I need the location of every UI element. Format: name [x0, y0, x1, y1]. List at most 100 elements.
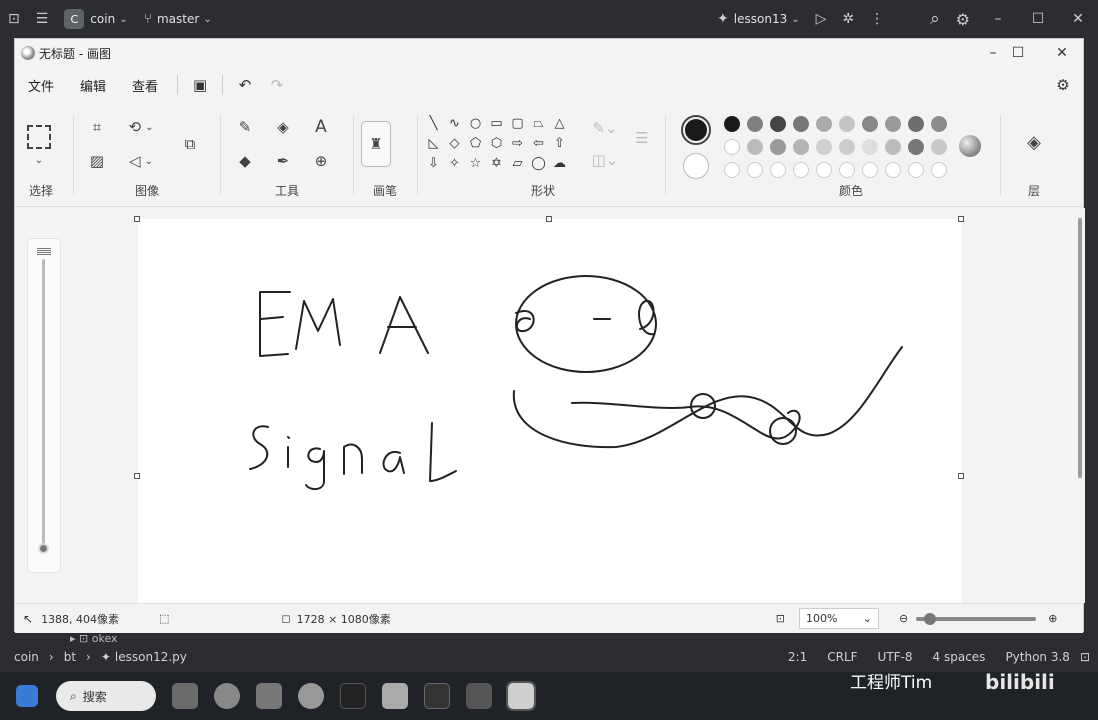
photos-icon[interactable]: [382, 683, 408, 709]
project-badge: C: [64, 9, 85, 29]
pycharm-icon[interactable]: [424, 683, 450, 709]
menu-edit[interactable]: 编辑: [67, 67, 119, 103]
taskbar-app-icon[interactable]: [172, 683, 198, 709]
indent-setting[interactable]: 4 spaces: [933, 650, 986, 664]
project-name: coin: [90, 12, 116, 26]
canvas-size-icon: ◻: [281, 612, 291, 625]
flip-icon[interactable]: ◁ ⌄: [121, 149, 161, 173]
zoom-in-icon[interactable]: ⊕: [1048, 612, 1057, 625]
brush-icon[interactable]: ♜: [361, 121, 391, 167]
windows-icon[interactable]: ⊡: [0, 0, 28, 38]
resize-handle[interactable]: [134, 473, 140, 479]
magnifier-icon[interactable]: ⊕: [309, 149, 333, 173]
redo-icon[interactable]: ↷: [261, 71, 293, 99]
settings-icon[interactable]: ⚙: [948, 0, 978, 38]
taskbar-app-icon[interactable]: [298, 683, 324, 709]
breadcrumb-file[interactable]: lesson12.py: [115, 650, 187, 664]
menu-view[interactable]: 查看: [119, 67, 171, 103]
more-icon[interactable]: ⋮: [862, 0, 892, 38]
taskbar-app-icon[interactable]: [256, 683, 282, 709]
ribbon-separator: [1000, 115, 1001, 195]
breadcrumb-folder[interactable]: bt: [64, 650, 76, 664]
ribbon-separator: [665, 115, 666, 195]
cursor-position[interactable]: 2:1: [788, 650, 807, 664]
select-icon[interactable]: [27, 125, 51, 149]
bilibili-logo: bilibili: [985, 670, 1055, 694]
menu-separator: [222, 75, 224, 95]
minimize-icon[interactable]: –: [978, 0, 1018, 38]
pencil-icon[interactable]: ✎: [233, 115, 257, 139]
run-config-selector[interactable]: ✦ lesson13 ⌄: [709, 0, 808, 38]
drawing-canvas[interactable]: [138, 219, 961, 619]
color-picker-icon[interactable]: ✒: [271, 149, 295, 173]
image-icon[interactable]: ⧉: [177, 131, 203, 157]
project-switcher[interactable]: C coin ⌄: [56, 0, 135, 38]
folder-icon: ▸ ⊡: [70, 632, 92, 645]
pointer-icon: ↖: [23, 611, 34, 626]
save-icon[interactable]: ▣: [184, 71, 216, 99]
chevron-down-icon: ⌄: [862, 612, 873, 625]
ribbon-separator: [417, 115, 418, 195]
undo-icon[interactable]: ↶: [229, 71, 261, 99]
close-button[interactable]: ✕: [1039, 39, 1085, 67]
stroke-circle: [515, 275, 657, 373]
stroke-l: [429, 422, 457, 482]
eraser-icon[interactable]: ◆: [233, 149, 257, 173]
start-icon[interactable]: [16, 685, 38, 707]
debug-button[interactable]: ✲: [834, 0, 862, 38]
terminal-icon[interactable]: [340, 683, 366, 709]
line-ending[interactable]: CRLF: [827, 650, 857, 664]
stroke-a: [379, 296, 429, 354]
close-icon[interactable]: ✕: [1058, 0, 1098, 38]
zoom-slider-thumb[interactable]: [924, 612, 937, 625]
crop-icon[interactable]: ⌗: [85, 115, 109, 139]
browser-icon[interactable]: [214, 683, 240, 709]
slider-thumb[interactable]: [38, 543, 49, 554]
search-icon[interactable]: ⌕: [922, 0, 948, 38]
stroke-e: [259, 291, 291, 357]
zoom-slider[interactable]: [916, 612, 1037, 625]
resize-icon[interactable]: ▨: [85, 149, 109, 173]
size-icon: [37, 247, 51, 255]
ide-status-bar: coin › bt › ✦ lesson12.py 2:1 CRLF UTF-8…: [0, 645, 1098, 669]
scroll-thumb[interactable]: [1078, 218, 1082, 478]
project-tree-item[interactable]: ▸ ⊡ okex: [70, 632, 118, 645]
stroke-wave: [512, 346, 903, 449]
tree-item-label: okex: [91, 632, 118, 645]
run-button[interactable]: ▷: [808, 0, 835, 38]
taskbar-search[interactable]: ⌕ 搜索: [56, 681, 156, 711]
chevron-down-icon: ⌄: [203, 13, 212, 25]
branch-switcher[interactable]: ⑂ master ⌄: [136, 0, 220, 38]
brush-size-slider[interactable]: [27, 238, 61, 573]
lock-icon[interactable]: ⊡: [1080, 650, 1090, 664]
resize-handle[interactable]: [958, 216, 964, 222]
resize-handle[interactable]: [546, 216, 552, 222]
stroke-g: [305, 447, 325, 491]
fill-icon[interactable]: ◈: [271, 115, 295, 139]
group-label-brush: 画笔: [372, 184, 397, 198]
interpreter[interactable]: Python 3.8: [1005, 650, 1070, 664]
menu-file[interactable]: 文件: [15, 67, 67, 103]
settings-icon[interactable]: ⚙: [1047, 71, 1079, 99]
hamburger-menu-icon[interactable]: ☰: [28, 0, 57, 38]
powerpoint-icon[interactable]: [466, 683, 492, 709]
breadcrumb-root[interactable]: coin: [14, 650, 39, 664]
run-config-name: lesson13: [733, 12, 788, 26]
menubar: 文件 编辑 查看 ▣ ↶ ↷ ⚙: [15, 67, 1083, 103]
file-encoding[interactable]: UTF-8: [878, 650, 913, 664]
text-icon[interactable]: A: [309, 115, 333, 139]
chevron-down-icon[interactable]: ⌄: [29, 153, 49, 167]
rotate-icon[interactable]: ⟲ ⌄: [121, 115, 161, 139]
zoom-dropdown[interactable]: 100% ⌄: [799, 608, 880, 629]
resize-handle[interactable]: [134, 216, 140, 222]
maximize-icon[interactable]: ☐: [1018, 0, 1058, 38]
vertical-scrollbar[interactable]: [1077, 208, 1083, 603]
resize-handle[interactable]: [958, 473, 964, 479]
cursor-position: 1388, 404像素: [41, 612, 120, 626]
maximize-button[interactable]: ☐: [995, 39, 1041, 67]
zoom-out-icon[interactable]: ⊖: [899, 612, 908, 625]
paint-taskbar-icon[interactable]: [506, 681, 536, 711]
group-label-layers: 层: [1027, 184, 1040, 198]
fit-to-window-icon[interactable]: ⊡: [776, 612, 785, 625]
stroke-a2: [382, 450, 405, 474]
